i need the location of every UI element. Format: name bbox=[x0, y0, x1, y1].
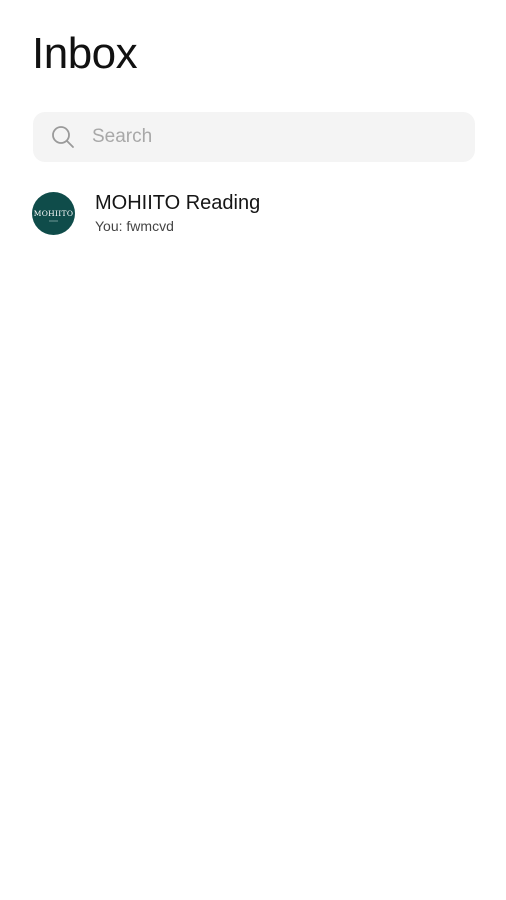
search-bar[interactable] bbox=[33, 112, 475, 162]
search-input[interactable] bbox=[92, 117, 432, 157]
conversation-preview: You: fwmcvd bbox=[95, 218, 174, 234]
mohiito-logo-icon: MOHIITO bbox=[34, 209, 74, 221]
inbox-screen: Inbox MOHIITO MOHIITO Reading You: fwmcv… bbox=[0, 0, 506, 900]
avatar: MOHIITO bbox=[32, 191, 75, 235]
conversation-item[interactable]: MOHIITO MOHIITO Reading You: fwmcvd bbox=[32, 186, 474, 240]
svg-text:MOHIITO: MOHIITO bbox=[34, 209, 74, 218]
conversation-name: MOHIITO Reading bbox=[95, 192, 261, 214]
conversation-text: MOHIITO Reading You: fwmcvd bbox=[95, 191, 260, 235]
search-icon bbox=[51, 125, 75, 149]
page-title: Inbox bbox=[32, 29, 138, 78]
